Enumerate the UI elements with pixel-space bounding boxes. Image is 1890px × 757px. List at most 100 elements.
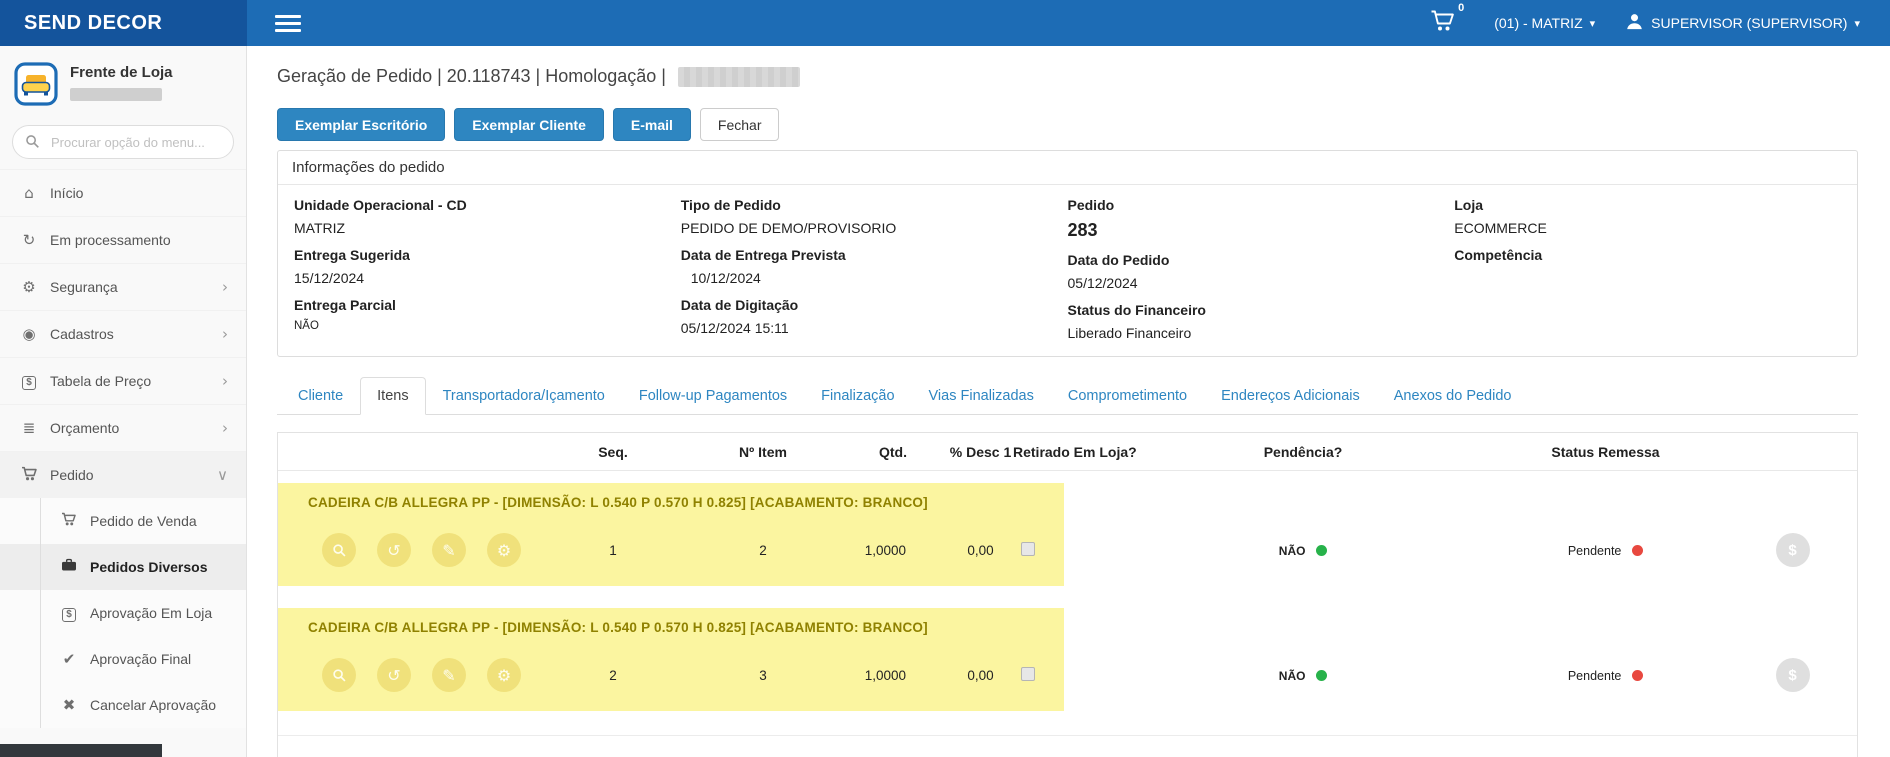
tab-cliente[interactable]: Cliente <box>281 377 360 415</box>
status-red-indicator <box>1632 670 1643 681</box>
brand-logo[interactable]: SEND DECOR <box>0 0 247 46</box>
user-menu-label: SUPERVISOR (SUPERVISOR) <box>1651 15 1847 31</box>
sidebar-item-aprovacao-em-loja[interactable]: $ Aprovação Em Loja <box>0 590 246 636</box>
fechar-button[interactable]: Fechar <box>700 108 780 141</box>
tab-enderecos-adicionais[interactable]: Endereços Adicionais <box>1204 377 1377 415</box>
sidebar-item-seguranca[interactable]: ⚙ Segurança › <box>0 263 246 310</box>
price-tag-icon: $ <box>18 372 40 390</box>
sidebar-item-cadastros[interactable]: ◉ Cadastros › <box>0 310 246 357</box>
tab-finalizacao[interactable]: Finalização <box>804 377 911 415</box>
email-button[interactable]: E-mail <box>613 108 691 141</box>
sidebar-search <box>12 125 234 159</box>
sidebar-item-label: Cancelar Aprovação <box>90 697 216 713</box>
tab-transportadora-icamento[interactable]: Transportadora/Içamento <box>426 377 622 415</box>
sidebar-item-pedidos-diversos[interactable]: Pedidos Diversos <box>0 544 246 590</box>
cart-icon <box>1430 19 1456 36</box>
retirado-checkbox[interactable] <box>1021 542 1035 556</box>
cell-pendencia: NÃO <box>1279 544 1306 558</box>
main-content: Geração de Pedido | 20.118743 | Homologa… <box>247 46 1890 757</box>
column-header-item: Nº Item <box>688 444 838 460</box>
row-payment-button[interactable]: $ <box>1776 533 1810 567</box>
tab-anexos-do-pedido[interactable]: Anexos do Pedido <box>1377 377 1529 415</box>
row-undo-button[interactable]: ↺ <box>377 658 411 692</box>
exemplar-escritorio-button[interactable]: Exemplar Escritório <box>277 108 445 141</box>
sidebar-item-label: Aprovação Em Loja <box>90 605 212 621</box>
field-label: Tipo de Pedido <box>681 197 1068 213</box>
status-red-indicator <box>1632 545 1643 556</box>
tab-vias-finalizadas[interactable]: Vias Finalizadas <box>912 377 1051 415</box>
app-title: Frente de Loja <box>70 64 173 81</box>
row-payment-button[interactable]: $ <box>1776 658 1810 692</box>
sidebar-item-pedido-de-venda[interactable]: Pedido de Venda <box>0 498 246 544</box>
row-edit-button[interactable]: ✎ <box>432 658 466 692</box>
cart-icon <box>18 466 40 485</box>
field-value: PEDIDO DE DEMO/PROVISORIO <box>681 220 1068 236</box>
search-input[interactable] <box>12 125 234 159</box>
check-icon: ✔ <box>58 650 80 668</box>
sidebar-item-pedido[interactable]: Pedido ∨ <box>0 451 246 498</box>
field-value: 05/12/2024 15:11 <box>681 320 1068 336</box>
app-logo-icon <box>14 62 58 111</box>
field-value: 10/12/2024 <box>681 270 1068 286</box>
sidebar-header: Frente de Loja <box>0 46 246 121</box>
row-zoom-button[interactable] <box>322 658 356 692</box>
field-value: MATRIZ <box>294 220 681 236</box>
sidebar-item-orcamento[interactable]: ≣ Orçamento › <box>0 404 246 451</box>
brand-text: SEND DECOR <box>24 12 162 35</box>
sidebar-item-label: Pedido <box>50 467 94 483</box>
field-label: Status do Financeiro <box>1068 302 1455 318</box>
sidebar-item-label: Tabela de Preço <box>50 373 151 389</box>
cart-button[interactable]: 0 <box>1430 9 1464 37</box>
cell-item: 3 <box>688 668 838 683</box>
field-label: Unidade Operacional - CD <box>294 197 681 213</box>
retirado-checkbox[interactable] <box>1021 667 1035 681</box>
order-tabs: Cliente Itens Transportadora/Içamento Fo… <box>277 377 1858 415</box>
redacted-text <box>70 88 162 101</box>
row-separator <box>278 735 1857 736</box>
sidebar-item-label: Orçamento <box>50 420 119 436</box>
redacted-text <box>678 67 800 87</box>
order-info-title: Informações do pedido <box>278 151 1857 185</box>
chevron-right-icon: › <box>222 372 228 390</box>
row-zoom-button[interactable] <box>322 533 356 567</box>
user-menu[interactable]: SUPERVISOR (SUPERVISOR) ▾ <box>1625 12 1860 34</box>
caret-down-icon: ▾ <box>1590 17 1596 30</box>
cell-desc1: 0,00 <box>948 543 1013 558</box>
field-label: Data de Digitação <box>681 297 1068 313</box>
sidebar-item-label: Pedido de Venda <box>90 513 197 529</box>
sidebar-item-aprovacao-final[interactable]: ✔ Aprovação Final <box>0 636 246 682</box>
topbar: SEND DECOR 0 (01) - MATRIZ ▾ SUPERVISOR … <box>0 0 1890 46</box>
hamburger-menu-icon[interactable] <box>275 11 301 36</box>
chevron-right-icon: › <box>222 419 228 437</box>
sliders-icon: ≣ <box>18 419 40 437</box>
sidebar-item-cancelar-aprovacao[interactable]: ✖ Cancelar Aprovação <box>0 682 246 728</box>
column-header-pendencia: Pendência? <box>1123 444 1483 460</box>
product-description: CADEIRA C/B ALLEGRA PP - [DIMENSÃO: L 0.… <box>278 483 1857 514</box>
tab-comprometimento[interactable]: Comprometimento <box>1051 377 1204 415</box>
tab-itens[interactable]: Itens <box>360 377 425 415</box>
sidebar-item-label: Segurança <box>50 279 118 295</box>
user-icon <box>1625 12 1644 34</box>
sidebar-item-tabela-de-preco[interactable]: $ Tabela de Preço › <box>0 357 246 404</box>
store-selector[interactable]: (01) - MATRIZ ▾ <box>1494 15 1595 31</box>
column-header-retirado: Retirado Em Loja? <box>1013 444 1123 460</box>
sidebar-item-label: Cadastros <box>50 326 114 342</box>
cart-count-badge: 0 <box>1458 2 1464 14</box>
page-title: Geração de Pedido | 20.118743 | Homologa… <box>277 66 666 87</box>
field-value: ECOMMERCE <box>1454 220 1841 236</box>
bullseye-icon: ◉ <box>18 325 40 343</box>
row-settings-button[interactable]: ⚙ <box>487 533 521 567</box>
table-row: CADEIRA C/B ALLEGRA PP - [DIMENSÃO: L 0.… <box>278 483 1857 586</box>
exemplar-cliente-button[interactable]: Exemplar Cliente <box>454 108 604 141</box>
sidebar-footer-strip <box>0 744 162 757</box>
sidebar-item-em-processamento[interactable]: ↻ Em processamento <box>0 216 246 263</box>
tab-follow-up-pagamentos[interactable]: Follow-up Pagamentos <box>622 377 804 415</box>
pendencia-green-indicator <box>1316 545 1327 556</box>
row-settings-button[interactable]: ⚙ <box>487 658 521 692</box>
sidebar-item-inicio[interactable]: ⌂ Início <box>0 169 246 216</box>
row-edit-button[interactable]: ✎ <box>432 533 466 567</box>
column-header-qtd: Qtd. <box>838 444 948 460</box>
row-undo-button[interactable]: ↺ <box>377 533 411 567</box>
order-info-panel: Informações do pedido Unidade Operaciona… <box>277 150 1858 357</box>
field-value: 15/12/2024 <box>294 270 681 286</box>
